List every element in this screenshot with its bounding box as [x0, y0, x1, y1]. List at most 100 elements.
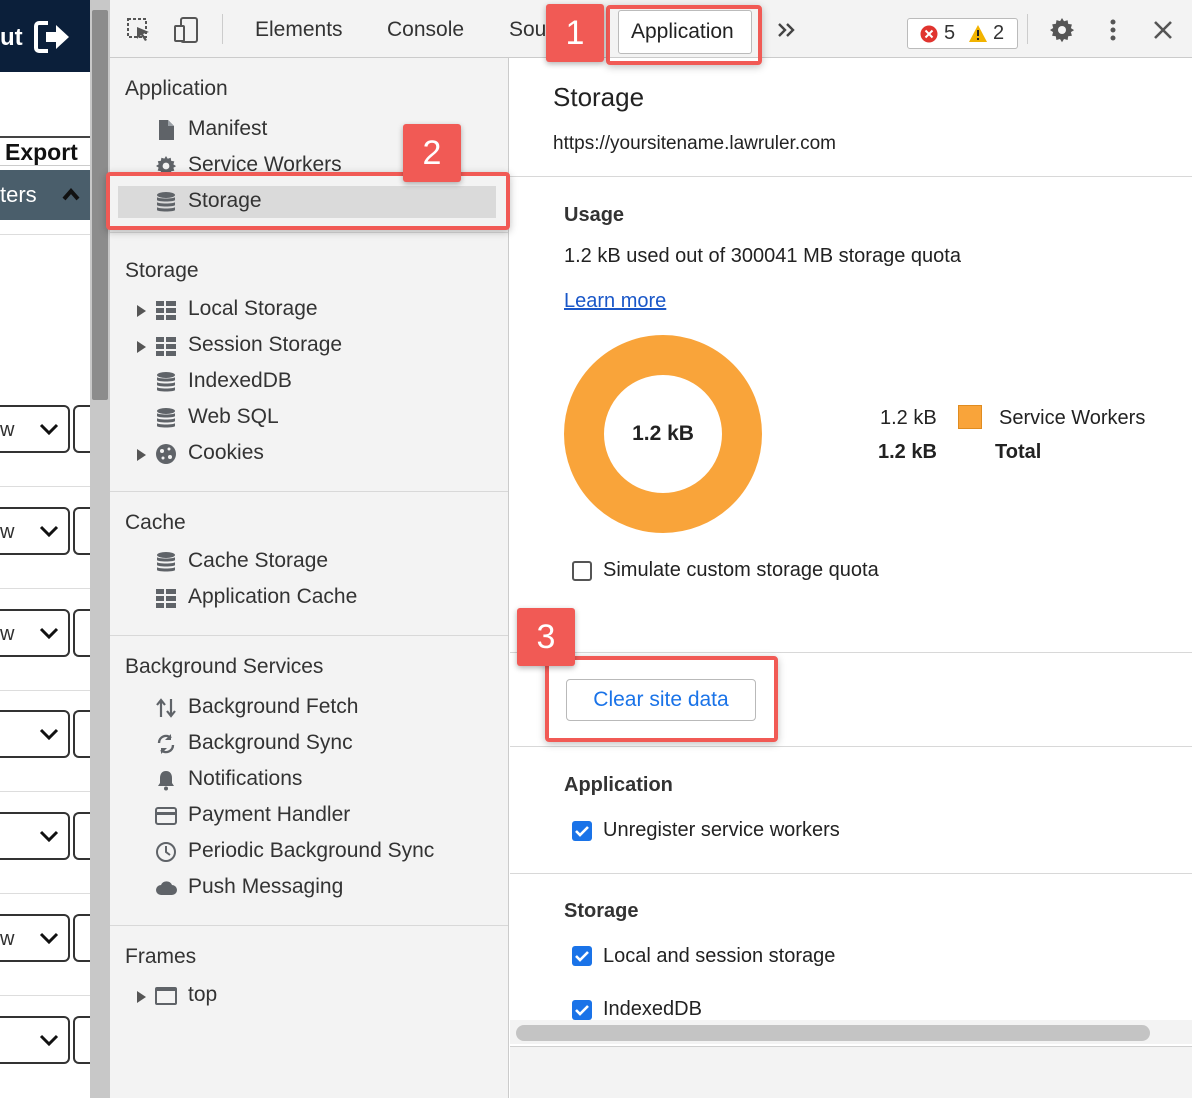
- indexeddb-checkbox[interactable]: [572, 1000, 592, 1020]
- sidebar-item-notifications[interactable]: Notifications: [155, 763, 495, 797]
- chevron-down-icon: [39, 525, 59, 538]
- sidebar-item-label: Push Messaging: [188, 875, 344, 898]
- page-field[interactable]: [73, 609, 90, 657]
- double-chevron-icon[interactable]: [774, 17, 800, 43]
- section-title-frames: Frames: [125, 945, 197, 968]
- legend-label-total: Total: [995, 441, 1042, 463]
- tab-sources[interactable]: Sou: [509, 18, 546, 42]
- section-divider: [510, 176, 1192, 177]
- tab-console[interactable]: Console: [387, 18, 464, 42]
- frame-window-icon: [155, 987, 177, 1005]
- donut-center-label: 1.2 kB: [632, 422, 694, 445]
- section-divider: [110, 635, 508, 636]
- page-field[interactable]: [73, 405, 90, 453]
- kebab-menu-icon[interactable]: [1100, 17, 1126, 43]
- sidebar-item-frame-top[interactable]: top: [137, 979, 495, 1013]
- logout-button[interactable]: ut: [0, 18, 90, 58]
- page-field[interactable]: [73, 710, 90, 758]
- page-field[interactable]: [73, 507, 90, 555]
- sidebar-item-background-fetch[interactable]: Background Fetch: [155, 691, 495, 725]
- indexeddb-label: IndexedDB: [603, 998, 702, 1020]
- inspect-element-icon[interactable]: [126, 17, 152, 43]
- filters-label: ters: [0, 182, 37, 207]
- section-divider: [510, 873, 1192, 874]
- sidebar-item-background-sync[interactable]: Background Sync: [155, 727, 495, 761]
- callout-badge-3: 3: [517, 608, 575, 666]
- sidebar-item-local-storage[interactable]: Local Storage: [137, 293, 495, 327]
- page-select[interactable]: w: [0, 507, 70, 555]
- page-select[interactable]: w: [0, 609, 70, 657]
- sidebar-item-label: Background Sync: [188, 731, 353, 754]
- filters-toggle[interactable]: ters: [0, 170, 90, 220]
- horizontal-scrollbar-thumb[interactable]: [516, 1025, 1150, 1041]
- local-session-storage-label: Local and session storage: [603, 945, 836, 967]
- logout-icon: [34, 21, 69, 53]
- section-title-application: Application: [125, 77, 228, 100]
- table-grid-icon: [156, 301, 176, 320]
- callout-badge-1: 1: [546, 4, 604, 62]
- chevron-down-icon: [39, 627, 59, 640]
- sidebar-item-payment-handler[interactable]: Payment Handler: [155, 799, 495, 833]
- warning-count: 2: [993, 22, 1005, 44]
- section-divider: [110, 491, 508, 492]
- checkmark-icon: [575, 951, 589, 962]
- page-select[interactable]: w: [0, 405, 70, 453]
- tab-elements[interactable]: Elements: [255, 18, 343, 42]
- sidebar-item-application-cache[interactable]: Application Cache: [155, 581, 495, 615]
- sidebar-item-indexeddb[interactable]: IndexedDB: [155, 365, 495, 399]
- sidebar-item-label: Cache Storage: [188, 549, 329, 572]
- sidebar-item-periodic-background-sync[interactable]: Periodic Background Sync: [155, 835, 495, 869]
- toolbar-separator: [1027, 14, 1028, 44]
- storage-heading: Storage: [564, 900, 639, 922]
- chevron-down-icon: [39, 1034, 59, 1047]
- database-icon: [157, 372, 175, 392]
- sidebar-item-label: Background Fetch: [188, 695, 359, 718]
- section-title-cache: Cache: [125, 511, 186, 534]
- sidebar-item-label: Notifications: [188, 767, 303, 790]
- legend-swatch-service-workers: [958, 405, 982, 429]
- local-session-storage-checkbox[interactable]: [572, 946, 592, 966]
- error-icon: [920, 25, 938, 43]
- chevron-down-icon: [39, 932, 59, 945]
- issues-counter[interactable]: 5 2: [907, 18, 1018, 49]
- device-toolbar-icon[interactable]: [173, 17, 199, 43]
- sidebar-item-cache-storage[interactable]: Cache Storage: [155, 545, 495, 579]
- checkmark-icon: [575, 826, 589, 837]
- expand-arrow-icon[interactable]: [137, 449, 146, 461]
- export-button[interactable]: Export: [0, 136, 90, 166]
- sidebar-item-label: IndexedDB: [188, 369, 292, 392]
- sidebar-item-push-messaging[interactable]: Push Messaging: [155, 871, 495, 905]
- sidebar-item-label: Payment Handler: [188, 803, 351, 826]
- warning-icon: [969, 25, 987, 42]
- clock-icon: [156, 842, 176, 862]
- page-field[interactable]: [73, 914, 90, 962]
- callout-badge-2: 2: [403, 124, 461, 182]
- page-select[interactable]: w: [0, 914, 70, 962]
- sidebar-item-session-storage[interactable]: Session Storage: [137, 329, 495, 363]
- table-grid-icon: [156, 589, 176, 608]
- page-select[interactable]: [0, 1016, 70, 1064]
- close-icon[interactable]: [1150, 17, 1176, 43]
- expand-arrow-icon[interactable]: [137, 341, 146, 353]
- simulate-quota-checkbox[interactable]: [572, 561, 592, 581]
- page-field[interactable]: [73, 1016, 90, 1064]
- section-title-storage: Storage: [125, 259, 199, 282]
- chevron-down-icon: [39, 830, 59, 843]
- divider: [0, 234, 90, 235]
- page-select[interactable]: [0, 710, 70, 758]
- sidebar-item-web-sql[interactable]: Web SQL: [155, 401, 495, 435]
- gear-icon[interactable]: [1049, 17, 1075, 43]
- page-field[interactable]: [73, 812, 90, 860]
- expand-arrow-icon[interactable]: [137, 305, 146, 317]
- expand-arrow-icon[interactable]: [137, 991, 146, 1003]
- learn-more-link[interactable]: Learn more: [564, 290, 666, 313]
- divider: [0, 588, 90, 589]
- chevron-up-icon: [62, 187, 80, 201]
- sidebar-item-label: Session Storage: [188, 333, 343, 356]
- page-select[interactable]: [0, 812, 70, 860]
- usage-heading: Usage: [564, 204, 625, 226]
- sidebar-item-cookies[interactable]: Cookies: [137, 437, 495, 471]
- section-divider: [510, 652, 1192, 653]
- database-icon: [157, 408, 175, 428]
- unregister-sw-checkbox[interactable]: [572, 821, 592, 841]
